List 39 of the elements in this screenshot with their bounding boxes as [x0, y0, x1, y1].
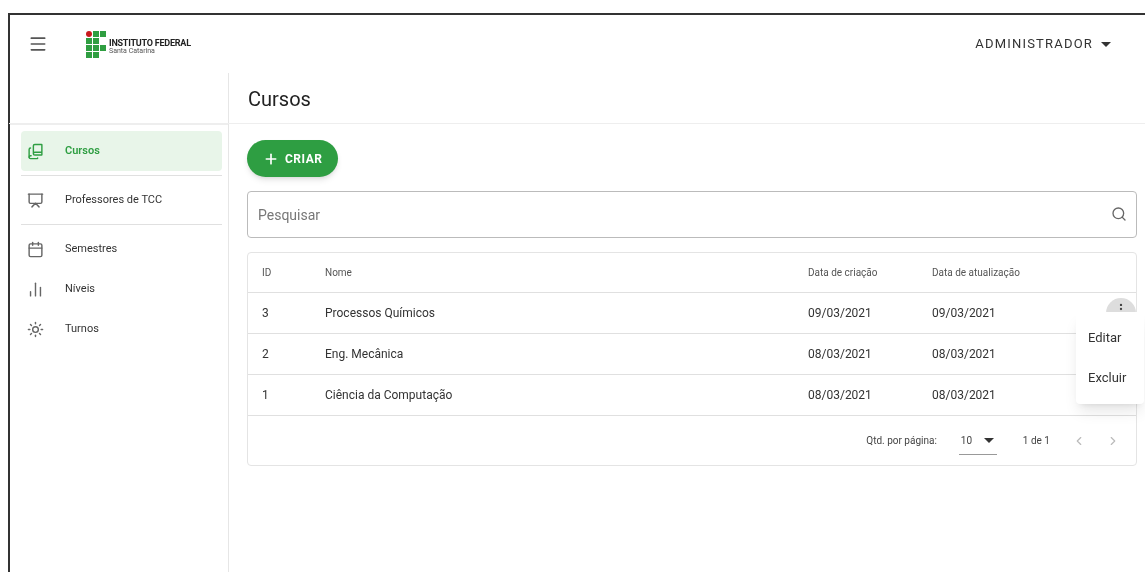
sidebar-item[interactable]: Professores de TCC	[21, 180, 222, 220]
menu-item[interactable]: Editar	[1076, 318, 1144, 358]
table-cell-text: 3	[261, 305, 270, 322]
search-field[interactable]: Pesquisar	[247, 191, 1137, 238]
sun-icon	[27, 320, 44, 338]
table-cell-text: Processos Químicos	[325, 305, 436, 322]
logo-title: INSTITUTO FEDERAL	[109, 39, 191, 48]
table-cell-text: 1	[261, 387, 270, 404]
menu-icon	[28, 34, 48, 54]
table-cell-text: 08/03/2021	[932, 387, 997, 404]
table-cell-text: 08/03/2021	[808, 387, 873, 404]
bar-chart-icon	[27, 280, 44, 298]
search-icon	[1111, 206, 1127, 222]
column-header: Data de atualização	[932, 266, 1021, 280]
user-menu-button[interactable]: ADMINISTRADOR	[975, 34, 1111, 54]
table-cell-text: 08/03/2021	[808, 346, 873, 363]
column-header: Data de criação	[808, 266, 879, 280]
sidebar-item[interactable]: Níveis	[21, 269, 222, 309]
rows-per-page-label: Qtd. por página:	[866, 434, 937, 448]
calendar-icon	[27, 240, 44, 258]
table-cell-text: Eng. Mecânica	[325, 346, 405, 363]
menu-item[interactable]: Excluir	[1076, 358, 1144, 398]
table-cell-text: 09/03/2021	[932, 305, 997, 322]
rows-per-page-select[interactable]: 10	[958, 426, 997, 455]
page-range: 1 de 1	[1022, 434, 1050, 448]
table-cell-text: Ciência da Computação	[325, 387, 454, 404]
sidebar-item[interactable]: Semestres	[21, 229, 222, 269]
sidebar-item[interactable]: Turnos	[21, 309, 222, 349]
caret-icon	[984, 438, 995, 443]
column-header: Nome	[325, 266, 353, 280]
caret-icon	[1101, 41, 1111, 47]
books-icon	[27, 142, 44, 160]
column-header: ID	[261, 266, 273, 280]
table-cell-text: 2	[261, 346, 270, 363]
presenter-icon	[27, 191, 44, 209]
logo-icon	[86, 30, 106, 58]
page-title: Cursos	[248, 86, 311, 113]
table-cell-text: 08/03/2021	[932, 346, 997, 363]
table-cell-text: 09/03/2021	[808, 305, 873, 322]
